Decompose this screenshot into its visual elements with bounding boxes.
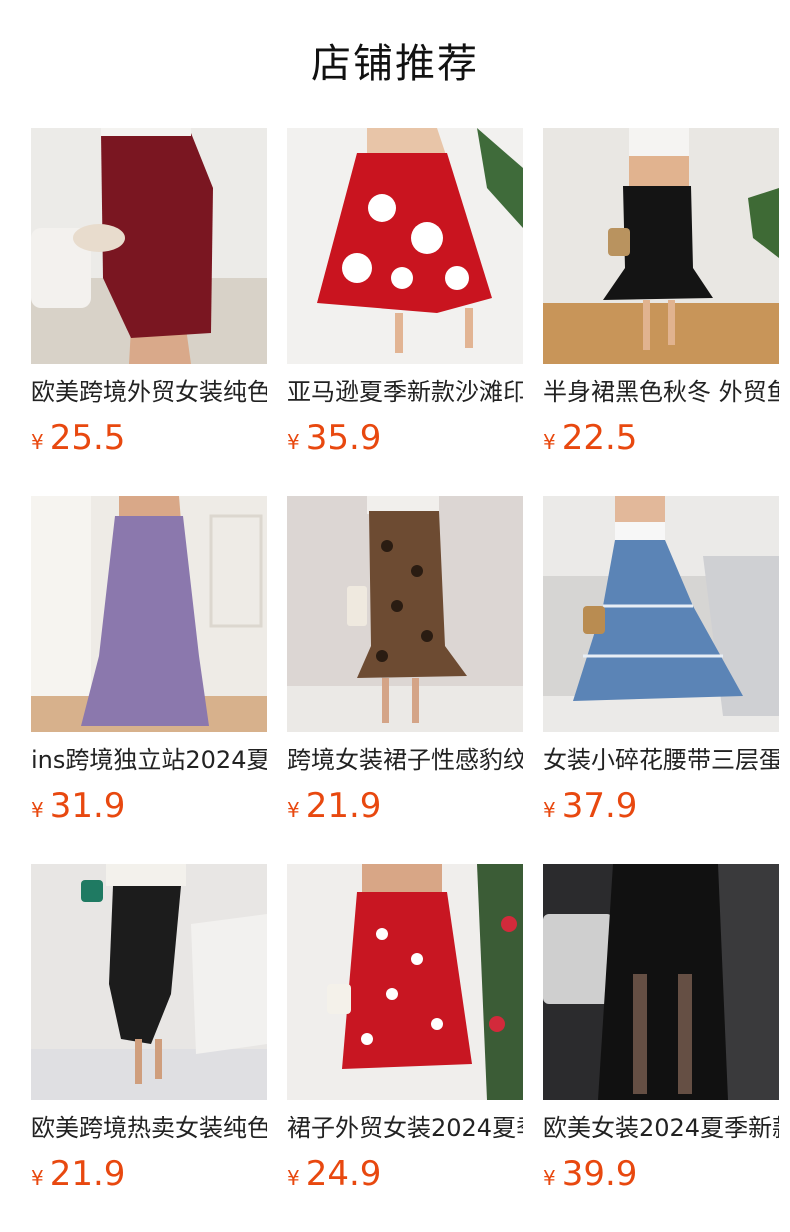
- product-title[interactable]: 半身裙黑色秋冬 外贸鱼尾裙: [543, 376, 779, 408]
- currency-symbol: ¥: [31, 430, 44, 454]
- currency-symbol: ¥: [287, 1166, 300, 1190]
- product-price: ¥22.5: [543, 418, 637, 460]
- currency-symbol: ¥: [543, 1166, 556, 1190]
- product-price: ¥35.9: [287, 418, 381, 460]
- currency-symbol: ¥: [543, 798, 556, 822]
- product-title[interactable]: ins跨境独立站2024夏季针织长裙: [31, 744, 267, 776]
- product-price: ¥25.5: [31, 418, 125, 460]
- product-price: ¥31.9: [31, 786, 125, 828]
- currency-symbol: ¥: [287, 798, 300, 822]
- currency-symbol: ¥: [31, 1166, 44, 1190]
- price-value: 31.9: [49, 786, 126, 826]
- product-title[interactable]: 跨境女装裙子性感豹纹鱼尾裙: [287, 744, 523, 776]
- product-grid: 欧美跨境外贸女装纯色针织开叉半身裙 ¥25.5 亚马逊夏季新款沙滩印花半身裙: [0, 0, 790, 1232]
- product-price: ¥24.9: [287, 1154, 381, 1196]
- product-image[interactable]: [543, 864, 779, 1100]
- product-image[interactable]: [31, 128, 267, 364]
- product-image[interactable]: [287, 128, 523, 364]
- price-value: 22.5: [561, 418, 638, 458]
- product-title[interactable]: 欧美跨境外贸女装纯色针织开叉半身裙: [31, 376, 267, 408]
- price-value: 24.9: [305, 1154, 382, 1194]
- price-value: 37.9: [561, 786, 638, 826]
- price-value: 21.9: [49, 1154, 126, 1194]
- product-title[interactable]: 亚马逊夏季新款沙滩印花半身裙: [287, 376, 523, 408]
- product-image[interactable]: [543, 128, 779, 364]
- product-title[interactable]: 欧美女装2024夏季新款蕾丝长裙: [543, 1112, 779, 1144]
- product-title[interactable]: 欧美跨境热卖女装纯色褶皱包臀裙: [31, 1112, 267, 1144]
- product-image[interactable]: [31, 496, 267, 732]
- product-image[interactable]: [31, 864, 267, 1100]
- product-image[interactable]: [287, 496, 523, 732]
- product-image[interactable]: [543, 496, 779, 732]
- currency-symbol: ¥: [287, 430, 300, 454]
- price-value: 39.9: [561, 1154, 638, 1194]
- product-image[interactable]: [287, 864, 523, 1100]
- product-price: ¥21.9: [31, 1154, 125, 1196]
- product-price: ¥37.9: [543, 786, 637, 828]
- price-value: 21.9: [305, 786, 382, 826]
- price-value: 25.5: [49, 418, 126, 458]
- price-value: 35.9: [305, 418, 382, 458]
- product-title[interactable]: 裙子外贸女装2024夏季爱心印花: [287, 1112, 523, 1144]
- currency-symbol: ¥: [543, 430, 556, 454]
- product-title[interactable]: 女装小碎花腰带三层蛋糕长裙: [543, 744, 779, 776]
- currency-symbol: ¥: [31, 798, 44, 822]
- product-price: ¥39.9: [543, 1154, 637, 1196]
- product-price: ¥21.9: [287, 786, 381, 828]
